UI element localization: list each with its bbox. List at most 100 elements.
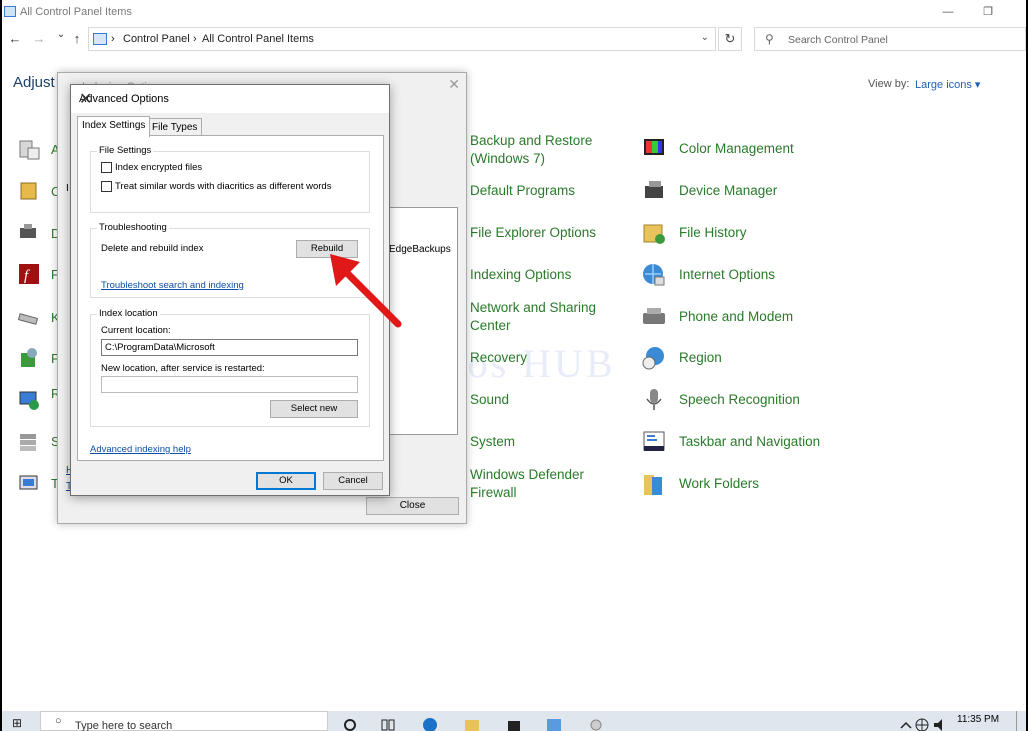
- cp-item-taskbar-navigation[interactable]: Taskbar and Navigation: [643, 431, 821, 451]
- cp-item-label: Default Programs: [470, 183, 576, 198]
- close-button[interactable]: Close: [366, 497, 459, 515]
- group-legend: Index location: [97, 308, 160, 319]
- search-icon: ⚲: [765, 32, 774, 46]
- cp-item-firewall[interactable]: Windows Defender Firewall: [470, 466, 600, 502]
- restore-button[interactable]: ❐: [980, 4, 996, 20]
- cp-item-internet-options[interactable]: Internet Options: [643, 264, 776, 286]
- task-view-icon[interactable]: [380, 717, 396, 731]
- programs-icon: [18, 347, 40, 369]
- work-folders-icon: [641, 471, 667, 497]
- cp-item-label: Phone and Modem: [679, 309, 794, 324]
- cp-item-speech-recognition[interactable]: Speech Recognition: [646, 389, 800, 410]
- flash-icon: f: [18, 263, 40, 285]
- annotation-arrow-icon: [330, 254, 402, 328]
- cp-item-label: Speech Recognition: [679, 392, 800, 407]
- address-bar[interactable]: › Control Panel › All Control Panel Item…: [88, 27, 716, 51]
- file-history-icon: [641, 220, 667, 246]
- breadcrumb-all-items[interactable]: All Control Panel Items: [202, 33, 314, 45]
- taskbar: ⊞ ○ Type here to search 11:35 PM: [2, 711, 1026, 731]
- clock: 11:35 PM: [957, 714, 1000, 725]
- current-location-field: C:\ProgramData\Microsoft: [101, 339, 358, 356]
- remote-icon: [18, 389, 40, 411]
- microphone-icon: [641, 387, 667, 413]
- cp-item-default-programs[interactable]: Default Programs: [470, 182, 575, 200]
- window-title: All Control Panel Items: [20, 6, 132, 18]
- cp-item-label: Backup and Restore (Windows 7): [470, 133, 593, 166]
- cp-item-label: Windows Defender Firewall: [470, 467, 585, 500]
- tray-chevron-icon[interactable]: [898, 717, 914, 731]
- credential-icon: [18, 180, 40, 202]
- advanced-indexing-help-link[interactable]: Advanced indexing help: [90, 444, 191, 455]
- cp-item-region[interactable]: Region: [642, 347, 722, 370]
- cp-item-label: File History: [679, 225, 747, 240]
- search-box[interactable]: ⚲ Search Control Panel: [754, 27, 1026, 51]
- cp-item-network-sharing[interactable]: Network and Sharing Center: [470, 299, 610, 335]
- cp-item-system[interactable]: System: [470, 433, 515, 451]
- cp-item-file-explorer-options[interactable]: File Explorer Options: [470, 224, 596, 242]
- troubleshoot-link[interactable]: Troubleshoot search and indexing: [101, 280, 244, 291]
- address-dropdown-icon[interactable]: ⌄: [701, 32, 709, 43]
- cp-item-label: File Explorer Options: [470, 225, 597, 240]
- back-button[interactable]: ←: [8, 31, 22, 46]
- close-icon[interactable]: ✕: [448, 76, 460, 93]
- taskbar-icon: [641, 429, 667, 455]
- cp-item-phone-modem[interactable]: Phone and Modem: [643, 308, 794, 326]
- control-panel-icon: [4, 6, 16, 17]
- forward-button[interactable]: →: [32, 31, 46, 46]
- indexing-taskbar-icon[interactable]: [588, 717, 604, 731]
- view-by-dropdown[interactable]: Large icons ▾: [915, 78, 980, 91]
- taskbar-search[interactable]: ○ Type here to search: [40, 711, 328, 731]
- select-new-button[interactable]: Select new: [270, 400, 358, 418]
- keyboard-icon: [17, 308, 40, 330]
- region-icon: [641, 345, 667, 371]
- checkbox-box[interactable]: [101, 162, 112, 173]
- control-panel-window: All Control Panel Items — ❐ ← → ⌄ ↑ › Co…: [2, 0, 1026, 731]
- color-management-icon: [641, 136, 667, 162]
- cp-item-label: Indexing Options: [470, 267, 572, 282]
- title-bar: All Control Panel Items — ❐: [2, 0, 1026, 24]
- cp-item-sound[interactable]: Sound: [470, 391, 509, 409]
- cp-item-indexing-options[interactable]: Indexing Options: [470, 266, 571, 284]
- cp-item-label: Recovery: [470, 350, 528, 365]
- recent-locations-button[interactable]: ⌄: [54, 29, 68, 40]
- rebuild-label: Delete and rebuild index: [101, 243, 204, 254]
- globe-icon: [641, 262, 667, 288]
- tab-index-settings[interactable]: Index Settings: [77, 116, 151, 137]
- volume-tray-icon[interactable]: [932, 717, 948, 731]
- cp-item-label: Color Management: [679, 141, 794, 156]
- checkbox-box[interactable]: [101, 181, 112, 192]
- troubleshooting-icon: [18, 473, 40, 495]
- control-panel-icon: [93, 33, 107, 45]
- close-icon[interactable]: ✕: [79, 89, 381, 109]
- refresh-button[interactable]: ↻: [718, 27, 742, 51]
- cancel-button[interactable]: Cancel: [323, 472, 383, 490]
- minimize-button[interactable]: —: [940, 4, 956, 20]
- cp-item-label: Internet Options: [679, 267, 776, 282]
- up-button[interactable]: ↑: [70, 31, 84, 46]
- cp-item-device-manager[interactable]: Device Manager: [645, 181, 777, 200]
- cp-item-label: Taskbar and Navigation: [679, 434, 821, 449]
- store-icon[interactable]: [506, 717, 522, 731]
- cp-item-color-management[interactable]: Color Management: [644, 139, 794, 158]
- cp-item-backup-restore[interactable]: Backup and Restore (Windows 7): [470, 132, 610, 168]
- breadcrumb-control-panel[interactable]: Control Panel: [123, 33, 190, 45]
- network-tray-icon[interactable]: [914, 717, 930, 731]
- new-location-label: New location, after service is restarted…: [101, 363, 265, 374]
- file-explorer-icon[interactable]: [464, 717, 480, 731]
- current-location-label: Current location:: [101, 325, 171, 336]
- cp-item-recovery[interactable]: Recovery: [470, 349, 527, 367]
- start-button[interactable]: ⊞: [12, 716, 22, 730]
- checkbox-label: Index encrypted files: [115, 162, 203, 173]
- group-legend: Troubleshooting: [97, 222, 169, 233]
- show-desktop-button[interactable]: [1016, 711, 1026, 731]
- control-panel-taskbar-icon[interactable]: [546, 717, 562, 731]
- group-legend: File Settings: [97, 145, 154, 156]
- tab-file-types[interactable]: File Types: [147, 118, 203, 136]
- indexing-letter: I: [66, 183, 69, 194]
- cp-item-work-folders[interactable]: Work Folders: [644, 475, 759, 495]
- edge-icon[interactable]: [422, 717, 438, 731]
- cp-item-file-history[interactable]: File History: [643, 224, 747, 244]
- ok-button[interactable]: OK: [256, 472, 316, 490]
- cortana-icon[interactable]: [342, 717, 358, 731]
- dialog-title-bar: Advanced Options ✕: [71, 85, 389, 113]
